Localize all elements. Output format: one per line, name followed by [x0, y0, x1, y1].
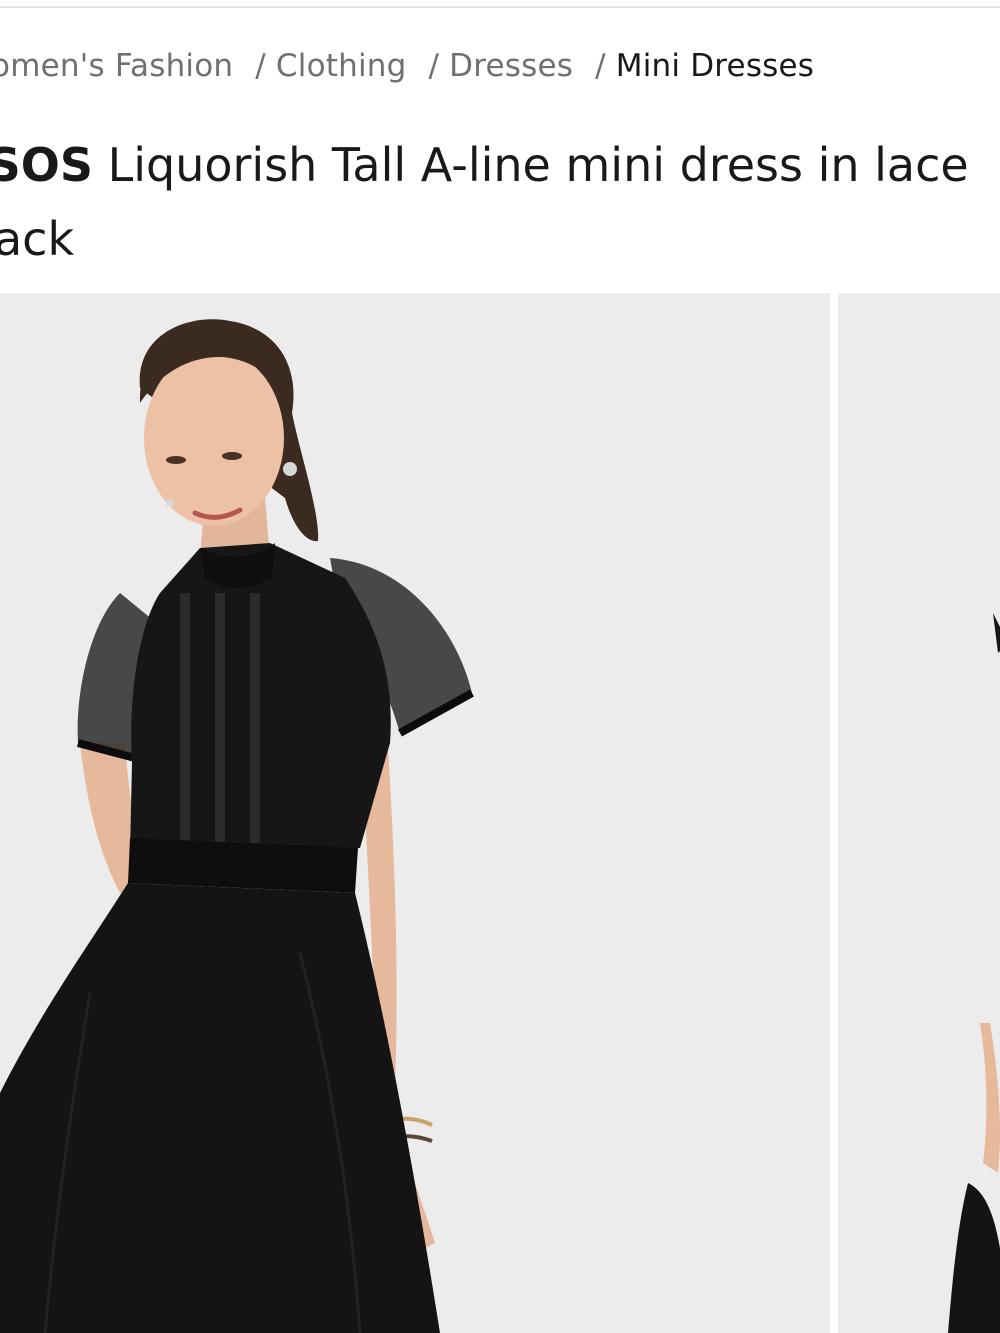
product-name-line2: black — [0, 212, 75, 266]
product-title: ASOS Liquorish Tall A-line mini dress in… — [0, 128, 992, 276]
product-page: Women's Fashion/Clothing/Dresses/Mini Dr… — [0, 0, 1000, 1333]
breadcrumb-womens-fashion[interactable]: Women's Fashion — [0, 48, 233, 84]
product-brand: ASOS — [0, 138, 93, 192]
product-name: Liquorish Tall A-line mini dress in lace — [107, 138, 969, 192]
breadcrumb-separator: / — [255, 48, 266, 84]
header-divider — [0, 6, 1000, 8]
model-photo — [0, 293, 830, 1333]
breadcrumb-separator: / — [595, 48, 606, 84]
model-photo-secondary — [838, 293, 1000, 1333]
breadcrumb-mini-dresses: Mini Dresses — [615, 48, 815, 84]
breadcrumb: Women's Fashion/Clothing/Dresses/Mini Dr… — [0, 48, 814, 84]
breadcrumb-dresses[interactable]: Dresses — [449, 48, 573, 84]
breadcrumb-separator: / — [428, 48, 440, 84]
product-image-gallery[interactable] — [0, 293, 1000, 1333]
breadcrumb-clothing[interactable]: Clothing — [276, 48, 407, 84]
product-image-secondary[interactable] — [838, 293, 1000, 1333]
product-image-main[interactable] — [0, 293, 830, 1333]
